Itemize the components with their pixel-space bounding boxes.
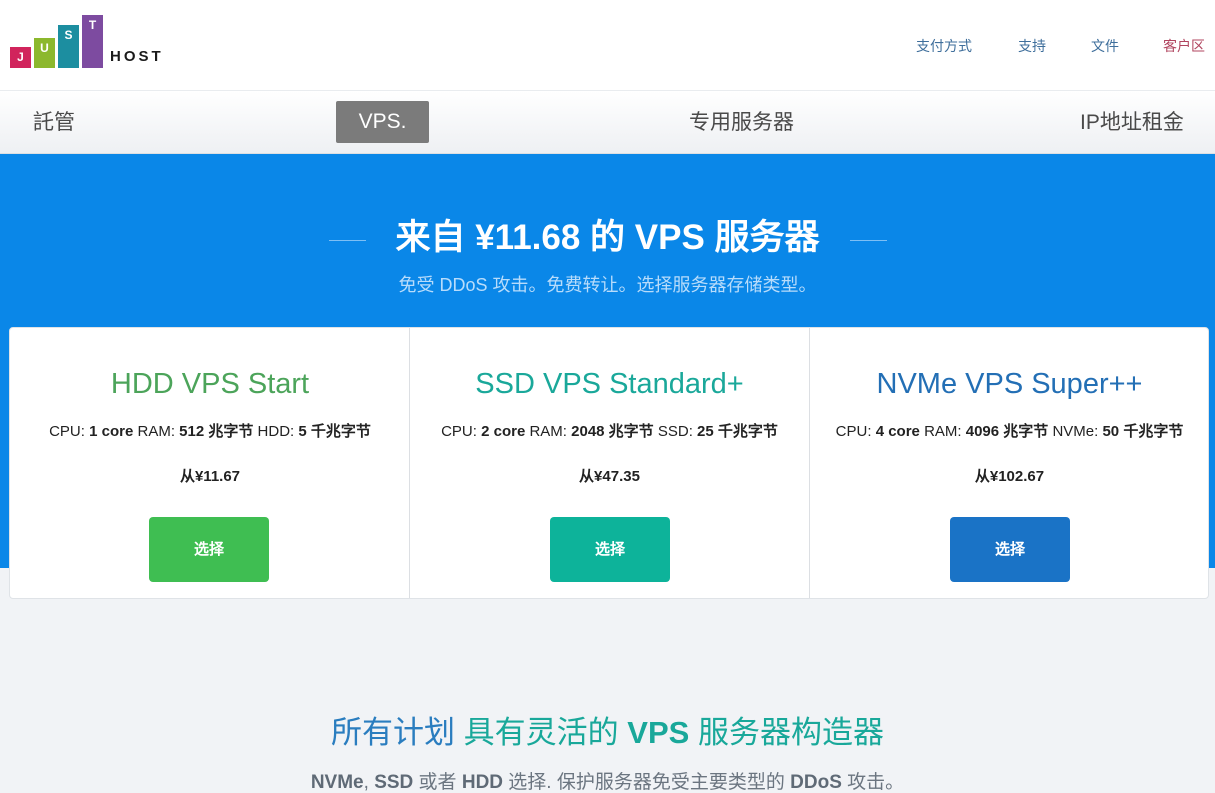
section-subtitle: NVMe, SSD 或者 HDD 选择. 保护服务器免受主要类型的 DDoS 攻… bbox=[0, 767, 1215, 793]
plan-card-nvme: NVMe VPS Super++ CPU: 4 core RAM: 4096 兆… bbox=[809, 328, 1209, 598]
sub-hdd: HDD bbox=[461, 772, 504, 793]
section-title-part: VPS bbox=[627, 715, 690, 750]
plan-title: NVMe VPS Super++ bbox=[876, 368, 1143, 400]
spec-ram: 512 兆字节 bbox=[179, 423, 254, 440]
spec-label: HDD: bbox=[257, 423, 295, 440]
select-button-hdd[interactable]: 选择 bbox=[149, 517, 269, 582]
plan-title: SSD VPS Standard+ bbox=[475, 368, 744, 400]
top-header: J U S T HOST 支付方式 支持 文件 客户区 bbox=[0, 0, 1215, 90]
logo-bar-u: U bbox=[34, 38, 55, 68]
toplink-docs[interactable]: 文件 bbox=[1091, 36, 1119, 56]
spec-disk: 5 千兆字节 bbox=[298, 423, 371, 440]
logo-bar-s: S bbox=[58, 25, 79, 68]
plan-title: HDD VPS Start bbox=[110, 368, 310, 400]
section-title-part: 所有计划 bbox=[331, 715, 456, 750]
toplink-client-area[interactable]: 客户区 bbox=[1163, 36, 1205, 56]
justhost-logo[interactable]: J U S T HOST bbox=[10, 13, 180, 68]
logo-letter: J bbox=[17, 50, 24, 64]
plan-specs: CPU: 1 core RAM: 512 兆字节 HDD: 5 千兆字节 bbox=[10, 420, 410, 441]
spec-cpu: 4 core bbox=[875, 423, 920, 440]
spec-ram: 4096 兆字节 bbox=[965, 423, 1049, 440]
sub-ddos: DDoS bbox=[790, 772, 842, 793]
nav-hosting[interactable]: 託管 bbox=[33, 91, 75, 155]
logo-bar-t: T bbox=[82, 15, 103, 68]
plan-price: 从¥11.67 bbox=[179, 468, 241, 485]
section-title-part: 服务器构造器 bbox=[697, 715, 884, 750]
sub-text: , bbox=[363, 772, 369, 793]
spec-cpu: 2 core bbox=[481, 423, 526, 440]
plan-specs: CPU: 2 core RAM: 2048 兆字节 SSD: 25 千兆字节 bbox=[410, 420, 809, 441]
nav-dedicated-servers[interactable]: 专用服务器 bbox=[689, 91, 794, 155]
logo-word: HOST bbox=[110, 48, 164, 65]
hero-title-row: 来自 ¥11.68 的 VPS 服务器 bbox=[0, 216, 1215, 260]
plan-price: 从¥102.67 bbox=[974, 468, 1045, 485]
spec-disk: 50 千兆字节 bbox=[1102, 423, 1184, 440]
spec-disk: 25 千兆字节 bbox=[697, 423, 778, 440]
spec-label: SSD: bbox=[657, 423, 693, 440]
sub-text: 选择. 保护服务器免受主要类型的 bbox=[508, 772, 785, 793]
hero-subtitle: 免受 DDoS 攻击。免费转让。选择服务器存储类型。 bbox=[398, 275, 817, 295]
plan-price: 从¥47.35 bbox=[579, 468, 640, 485]
spec-cpu: 1 core bbox=[89, 423, 134, 440]
section-title-part: 具有灵活的 bbox=[463, 715, 619, 750]
nav-ip-rental[interactable]: IP地址租金 bbox=[1080, 91, 1184, 155]
select-button-ssd[interactable]: 选择 bbox=[550, 517, 670, 582]
spec-label: CPU: bbox=[49, 423, 85, 440]
spec-label: RAM: bbox=[529, 423, 567, 440]
plan-specs: CPU: 4 core RAM: 4096 兆字节 NVMe: 50 千兆字节 bbox=[810, 420, 1209, 441]
spec-label: CPU: bbox=[835, 423, 872, 440]
sub-nvme: NVMe bbox=[310, 772, 364, 793]
logo-letter: S bbox=[64, 28, 73, 42]
spec-label: NVMe: bbox=[1052, 423, 1099, 440]
main-nav: 託管 VPS. 专用服务器 IP地址租金 bbox=[0, 90, 1215, 154]
section-title: 所有计划 具有灵活的 VPS 服务器构造器 bbox=[0, 707, 1215, 752]
plan-card-hdd: HDD VPS Start CPU: 1 core RAM: 512 兆字节 H… bbox=[10, 328, 410, 598]
toplink-payment-methods[interactable]: 支付方式 bbox=[916, 36, 972, 56]
logo-letter: U bbox=[40, 41, 49, 55]
spec-label: RAM: bbox=[137, 423, 175, 440]
hero-title: 来自 ¥11.68 的 VPS 服务器 bbox=[395, 218, 820, 257]
toplink-support[interactable]: 支持 bbox=[1018, 36, 1046, 56]
logo-bar-j: J bbox=[10, 47, 31, 68]
sub-text: 攻击。 bbox=[847, 772, 905, 793]
plan-card-ssd: SSD VPS Standard+ CPU: 2 core RAM: 2048 … bbox=[409, 328, 809, 598]
spec-label: CPU: bbox=[441, 423, 477, 440]
plan-cards: HDD VPS Start CPU: 1 core RAM: 512 兆字节 H… bbox=[9, 327, 1209, 599]
spec-label: RAM: bbox=[924, 423, 962, 440]
spec-ram: 2048 兆字节 bbox=[571, 423, 654, 440]
hero-rule-right bbox=[850, 240, 887, 241]
sub-text: 或者 bbox=[418, 772, 457, 793]
nav-vps[interactable]: VPS. bbox=[336, 101, 429, 143]
select-button-nvme[interactable]: 选择 bbox=[950, 517, 1070, 582]
logo-letter: T bbox=[88, 18, 97, 32]
sub-ssd: SSD bbox=[374, 772, 414, 793]
